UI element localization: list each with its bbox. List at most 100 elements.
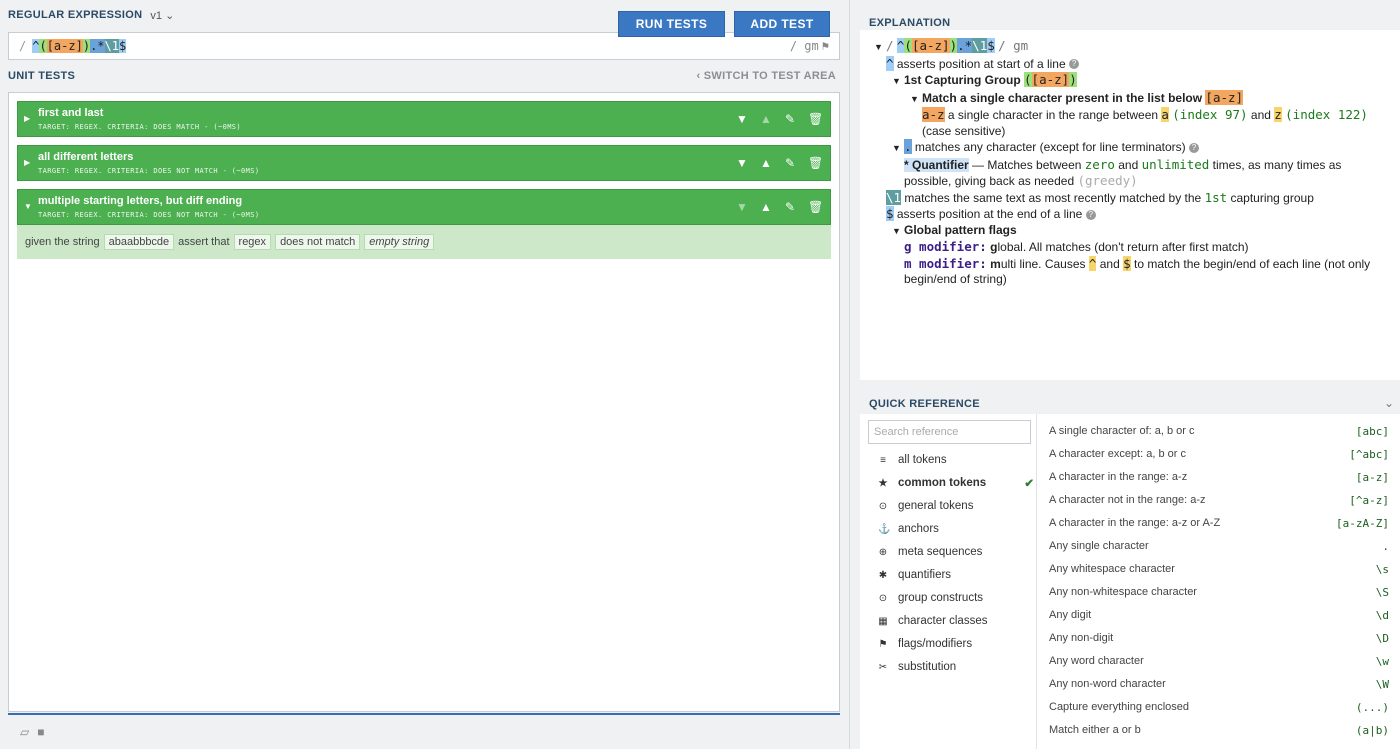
trash-icon[interactable]: 🗑 xyxy=(808,200,823,214)
add-test-button[interactable]: ADD TEST xyxy=(734,11,830,37)
ref-code: [a-zA-Z] xyxy=(1336,517,1389,530)
exp-dollar: $ xyxy=(1123,255,1131,271)
test-item[interactable]: ▼ multiple starting letters, but diff en… xyxy=(17,189,831,225)
ref-desc: Capture everything enclosed xyxy=(1049,701,1190,713)
category-label: general tokens xyxy=(898,500,974,512)
caret-right-icon[interactable]: ▶ xyxy=(24,158,30,167)
exp-greedy: (greedy) xyxy=(1077,173,1138,188)
collapse-icon[interactable]: ▼ xyxy=(892,74,904,90)
reference-item[interactable]: Any word character \w xyxy=(1049,655,1389,668)
trash-icon[interactable]: 🗑 xyxy=(808,156,823,170)
ref-code: . xyxy=(1382,540,1389,553)
info-icon[interactable]: ? xyxy=(1068,59,1079,70)
folder-open-icon[interactable]: ▱ xyxy=(20,725,29,739)
ref-code: (a|b) xyxy=(1355,724,1389,737)
edit-icon[interactable]: ✎ xyxy=(784,156,796,170)
switch-to-test-area-link[interactable]: ‹ SWITCH TO TEST AREA xyxy=(696,70,836,82)
reference-item[interactable]: A character in the range: a-z or A-Z [a-z… xyxy=(1049,517,1389,530)
ref-code: [^abc] xyxy=(1349,448,1389,461)
reference-item[interactable]: Any whitespace character \s xyxy=(1049,563,1389,576)
reference-item[interactable]: A character except: a, b or c [^abc] xyxy=(1049,448,1389,461)
exp-row: times, as many times as xyxy=(1212,157,1342,172)
exp-quantifier: * Quantifier xyxy=(904,157,969,172)
category-substitution[interactable]: ✂ substitution xyxy=(878,661,1028,673)
ref-desc: Any non-word character xyxy=(1049,678,1166,690)
ref-desc: A character in the range: a-z or A-Z xyxy=(1049,517,1221,529)
ref-code: [a-z] xyxy=(1355,471,1389,484)
regex-open-slash: / xyxy=(19,39,27,53)
exp-and: and xyxy=(1099,256,1120,271)
category-group-constructs[interactable]: ⊙ group constructs xyxy=(878,592,1028,604)
detail-string[interactable]: abaabbbcde xyxy=(103,234,175,250)
detail-criteria[interactable]: does not match xyxy=(275,234,361,250)
category-general-tokens[interactable]: ⊙ general tokens xyxy=(878,500,1028,512)
move-up-icon[interactable]: ▲ xyxy=(760,200,772,214)
reference-item[interactable]: Capture everything enclosed (...) xyxy=(1049,701,1389,714)
run-tests-button[interactable]: RUN TESTS xyxy=(618,11,725,37)
explanation-panel: ▼ / ^([a-z]).*\1$ / gm ^ asserts position… xyxy=(860,30,1400,380)
reference-item[interactable]: Any non-whitespace character \S xyxy=(1049,586,1389,599)
chevron-down-icon: ⌄ xyxy=(165,9,175,22)
regex-token-anchor-start: ^ xyxy=(32,39,40,53)
detail-result[interactable]: empty string xyxy=(364,234,435,250)
move-up-icon[interactable]: ▲ xyxy=(760,156,772,170)
category-common-tokens[interactable]: ★ common tokens ✔ xyxy=(878,477,1034,490)
circle-dot-icon: ⊙ xyxy=(878,592,888,604)
exp-tok-close: ) xyxy=(1069,72,1077,87)
caret-right-icon[interactable]: ▶ xyxy=(24,114,30,123)
info-icon[interactable]: ? xyxy=(1189,142,1199,153)
regex-token-anchor-end: $ xyxy=(118,39,127,53)
category-all-tokens[interactable]: ≡ all tokens xyxy=(878,454,1028,466)
exp-tok-backref: \1 xyxy=(972,38,988,53)
move-up-icon[interactable]: ▲ xyxy=(760,112,772,126)
reference-item[interactable]: A single character of: a, b or c [abc] xyxy=(1049,425,1389,438)
reference-item[interactable]: Match either a or b (a|b) xyxy=(1049,724,1389,737)
exp-row: (case sensitive) xyxy=(922,123,1006,138)
reference-item[interactable]: Any non-word character \W xyxy=(1049,678,1389,691)
info-icon[interactable]: ? xyxy=(1085,209,1096,220)
reference-item[interactable]: Any non-digit \D xyxy=(1049,632,1389,645)
reference-item[interactable]: Any single character. xyxy=(1049,540,1389,553)
check-icon: ✔ xyxy=(1024,478,1034,490)
reference-search-input[interactable] xyxy=(868,420,1031,444)
trash-icon[interactable]: 🗑 xyxy=(808,112,823,126)
reference-item[interactable]: A character in the range: a-z [a-z] xyxy=(1049,471,1389,484)
chevron-left-icon: ‹ xyxy=(696,70,704,82)
exp-row: begin/end of string) xyxy=(904,272,1007,286)
test-item[interactable]: ▶ all different letters TARGET: REGEX. C… xyxy=(17,145,831,181)
category-anchors[interactable]: ⚓ anchors xyxy=(878,523,1028,535)
exp-modifier: g modifier: xyxy=(904,239,987,254)
exp-m: m xyxy=(990,256,1001,271)
folder-icon[interactable]: ■ xyxy=(37,725,44,739)
reference-item[interactable]: A character not in the range: a-z [^a-z] xyxy=(1049,494,1389,507)
detail-target[interactable]: regex xyxy=(233,234,272,250)
edit-icon[interactable]: ✎ xyxy=(784,200,796,214)
category-flags-modifiers[interactable]: ⚑ flags/modifiers xyxy=(878,638,1028,650)
reference-item[interactable]: Any digit \d xyxy=(1049,609,1389,622)
anchor-icon: ⚓ xyxy=(878,523,891,535)
exp-char: a xyxy=(1161,107,1169,122)
collapse-icon[interactable]: ▼ xyxy=(874,40,886,56)
collapse-icon[interactable]: ▼ xyxy=(892,141,904,157)
move-down-icon[interactable]: ▼ xyxy=(736,200,748,214)
caret-down-icon[interactable]: ▼ xyxy=(24,202,32,211)
collapse-icon[interactable]: ▼ xyxy=(910,92,922,108)
test-item[interactable]: ▶ first and last TARGET: REGEX. CRITERIA… xyxy=(17,101,831,137)
regex-flags[interactable]: / gm ⚑ xyxy=(790,39,829,53)
category-meta-sequences[interactable]: ⊕ meta sequences xyxy=(878,546,1028,558)
flags-label: / gm xyxy=(789,39,819,53)
category-character-classes[interactable]: ▦ character classes xyxy=(878,615,1028,627)
ref-code: \D xyxy=(1375,632,1389,645)
chevron-down-icon[interactable]: ⌄ xyxy=(1384,396,1394,410)
version-dropdown[interactable]: v1 ⌄ xyxy=(150,9,174,22)
move-down-icon[interactable]: ▼ xyxy=(736,112,748,126)
test-meta: TARGET: REGEX. CRITERIA: DOES NOT MATCH … xyxy=(38,211,260,219)
exp-and: and xyxy=(1250,108,1271,122)
collapse-icon[interactable]: ▼ xyxy=(892,224,904,240)
edit-icon[interactable]: ✎ xyxy=(784,112,796,126)
move-down-icon[interactable]: ▼ xyxy=(736,156,748,170)
category-quantifiers[interactable]: ✱ quantifiers xyxy=(878,569,1028,581)
exp-row: — Matches between xyxy=(972,157,1082,172)
globe-icon: ⊕ xyxy=(878,546,888,558)
exp-row: matches any character (except for line t… xyxy=(914,140,1186,154)
